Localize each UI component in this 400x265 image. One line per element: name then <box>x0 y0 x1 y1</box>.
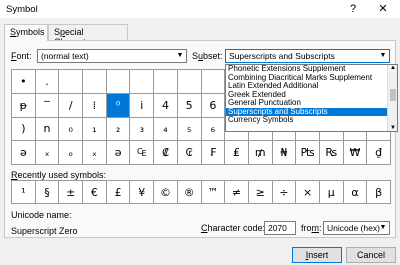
recent-symbol-cell[interactable]: α <box>343 181 368 204</box>
symbol-cell[interactable]: ⁞ <box>83 93 107 118</box>
recent-symbol-cell[interactable]: ¹ <box>12 181 36 204</box>
tab-special-characters[interactable]: Special Characters <box>48 24 128 47</box>
subset-select[interactable]: Superscripts and Subscripts ▼ <box>225 49 390 63</box>
symbol-cell[interactable]: ₤ <box>225 141 249 165</box>
symbol-cell[interactable]: ₦ <box>272 141 297 165</box>
title-bar: Symbol ? ✕ <box>0 0 400 18</box>
symbol-cell[interactable]: ₥ <box>248 141 273 165</box>
subset-option[interactable]: Phonetic Extensions Supplement <box>226 65 397 74</box>
symbol-cell[interactable]: ₠ <box>130 141 155 165</box>
subset-dropdown-list[interactable]: Phonetic Extensions Supplement Combining … <box>225 64 398 132</box>
recent-symbols: ¹ § ± € £ ¥ © ® ™ ≠ ≥ ÷ × µ α β <box>11 180 391 204</box>
symbol-cell[interactable]: ₃ <box>130 117 155 142</box>
symbol-cell[interactable] <box>154 70 178 94</box>
symbol-cell[interactable]: ₂ <box>106 117 131 142</box>
subset-option[interactable]: Combining Diacritical Marks Supplement <box>226 74 397 83</box>
recent-symbol-cell[interactable]: ÷ <box>272 181 297 204</box>
symbol-cell[interactable]: ₁ <box>83 117 107 142</box>
symbol-cell[interactable] <box>59 70 84 94</box>
recent-symbol-cell[interactable]: ≥ <box>248 181 273 204</box>
symbol-cell[interactable]: ₨ <box>319 141 344 165</box>
from-label: from: <box>301 223 322 233</box>
recent-symbol-cell[interactable]: £ <box>106 181 131 204</box>
dropdown-scrollbar[interactable]: ▲ ▼ <box>387 65 397 131</box>
tab-symbols[interactable]: Symbols <box>4 24 48 41</box>
chevron-down-icon: ▼ <box>379 52 387 59</box>
subset-label: Subset: <box>192 51 223 61</box>
symbol-cell[interactable]: ə <box>106 141 131 165</box>
character-code-input[interactable]: 2070 <box>264 221 296 235</box>
symbol-cell[interactable]: . <box>35 70 60 94</box>
symbol-cell[interactable]: ₄ <box>154 117 178 142</box>
window-title: Symbol <box>6 4 38 15</box>
recent-symbol-cell[interactable]: µ <box>319 181 344 204</box>
symbol-cell[interactable] <box>106 70 131 94</box>
symbol-cell[interactable]: ₫ <box>367 141 391 165</box>
symbol-cell[interactable]: n <box>35 117 60 142</box>
from-select[interactable]: Unicode (hex) ▼ <box>323 221 390 235</box>
symbol-cell[interactable] <box>177 70 202 94</box>
symbol-cell[interactable]: ₆ <box>201 117 226 142</box>
subset-option[interactable]: Latin Extended Additional <box>226 82 397 91</box>
symbol-cell[interactable] <box>83 70 107 94</box>
symbol-cell[interactable]: ₧ <box>296 141 320 165</box>
subset-option[interactable]: Currency Symbols <box>226 116 397 125</box>
symbol-cell[interactable]: ) <box>12 117 36 142</box>
scroll-up-icon[interactable]: ▲ <box>388 65 397 71</box>
symbol-cell[interactable]: ⁰ <box>106 93 131 118</box>
character-code-label: Character code: <box>201 223 266 233</box>
symbol-cell[interactable] <box>130 70 155 94</box>
close-button[interactable]: ✕ <box>375 2 391 16</box>
symbol-cell[interactable]: i <box>130 93 155 118</box>
recent-symbol-cell[interactable]: ® <box>177 181 202 204</box>
scroll-thumb[interactable] <box>390 89 396 101</box>
recent-symbol-cell[interactable]: ¥ <box>130 181 155 204</box>
symbol-cell[interactable]: ₀ <box>59 117 84 142</box>
recent-symbol-cell[interactable]: × <box>296 181 320 204</box>
recent-symbol-cell[interactable]: ≠ <box>225 181 249 204</box>
help-button[interactable]: ? <box>345 2 361 16</box>
recent-symbol-cell[interactable]: ™ <box>201 181 226 204</box>
symbol-cell[interactable]: ₒ <box>59 141 84 165</box>
symbol-cell[interactable]: 6 <box>201 93 226 118</box>
subset-option[interactable]: Superscripts and Subscripts <box>226 107 397 116</box>
symbol-cell[interactable]: ə <box>12 141 36 165</box>
symbol-cell[interactable]: 4 <box>154 93 178 118</box>
recent-symbol-cell[interactable]: ± <box>59 181 84 204</box>
symbol-cell[interactable]: / <box>59 93 84 118</box>
font-select[interactable]: (normal text) ▼ <box>37 49 187 63</box>
symbol-cell[interactable]: ₣ <box>201 141 226 165</box>
symbol-cell[interactable]: ₢ <box>177 141 202 165</box>
symbol-cell[interactable] <box>201 70 226 94</box>
symbol-cell[interactable]: ₓ <box>35 141 60 165</box>
subset-option[interactable]: General Punctuation <box>226 99 397 108</box>
font-label: Font: <box>11 51 32 61</box>
insert-button[interactable]: Insert <box>292 247 342 263</box>
unicode-name-label: Unicode name: <box>11 210 72 220</box>
cancel-button[interactable]: Cancel <box>346 247 396 263</box>
symbol-cell[interactable]: • <box>12 70 36 94</box>
symbol-cell[interactable]: ₩ <box>343 141 368 165</box>
chevron-down-icon: ▼ <box>379 224 387 231</box>
symbol-cell[interactable]: ₡ <box>154 141 178 165</box>
subset-option[interactable]: Greek Extended <box>226 91 397 100</box>
recent-symbol-cell[interactable]: § <box>35 181 60 204</box>
recent-symbol-cell[interactable]: © <box>154 181 178 204</box>
symbol-cell[interactable]: ᵽ <box>12 93 36 118</box>
symbol-cell[interactable]: 5 <box>177 93 202 118</box>
recent-label: Recently used symbols: <box>11 170 107 180</box>
recent-symbol-cell[interactable]: € <box>83 181 107 204</box>
unicode-name-value: Superscript Zero <box>11 226 78 236</box>
symbol-cell[interactable]: ‾ <box>35 93 60 118</box>
scroll-down-icon[interactable]: ▼ <box>388 125 397 131</box>
chevron-down-icon: ▼ <box>176 52 184 59</box>
symbol-cell[interactable]: ₅ <box>177 117 202 142</box>
symbol-cell[interactable]: ₓ <box>83 141 107 165</box>
recent-symbol-cell[interactable]: β <box>367 181 391 204</box>
